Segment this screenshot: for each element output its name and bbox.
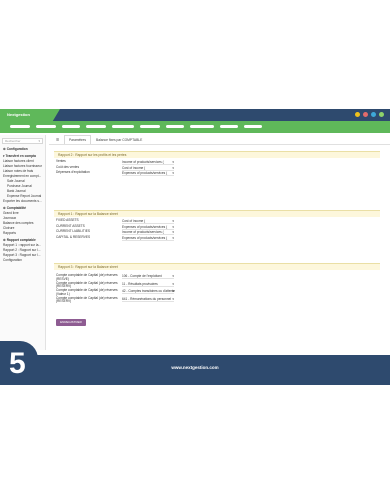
chevron-down-icon[interactable]: ▾	[38, 139, 40, 143]
form-label: Compte comptable de Capital (de) réserve…	[56, 295, 118, 304]
chevron-down-icon[interactable]: ▾	[172, 230, 174, 234]
chevron-down-icon[interactable]: ▾	[172, 282, 174, 286]
select-value: Expenses of products/services (	[122, 171, 168, 175]
step-number: 5	[9, 347, 26, 380]
chevron-down-icon[interactable]: ▾	[172, 166, 174, 170]
main-menubar	[0, 121, 390, 133]
select-value: Expenses of products/services (	[122, 235, 168, 240]
sidebar-search-input[interactable]: Rechercher ▾	[2, 138, 43, 144]
account-select[interactable]: Cost of income ( ▾	[122, 166, 174, 171]
account-select[interactable]: Expenses of products/services ( ▾	[122, 236, 174, 241]
form-label: Coût des ventes	[56, 164, 80, 169]
status-dot-green[interactable]	[379, 112, 384, 117]
menu-item-8[interactable]	[190, 125, 214, 128]
sidebar-menu: ⚙ Configuration ▾ Transfert en compta Liai…	[0, 147, 45, 263]
account-select[interactable]: Cost of income ( ▾	[122, 219, 174, 224]
tab-2[interactable]: Balance fixes par COMPTABLE	[91, 135, 147, 144]
chevron-down-icon[interactable]: ▾	[172, 289, 174, 293]
sidebar-item[interactable]: Exporter les documents s...	[0, 199, 45, 204]
status-dot-blue[interactable]	[371, 112, 376, 117]
menu-item-4[interactable]	[86, 125, 106, 128]
menu-item-6[interactable]	[140, 125, 160, 128]
form-label: CURRENT ASSETS	[56, 223, 85, 228]
account-select[interactable]: Income of products/services ( ▾	[122, 230, 174, 235]
window-dots	[355, 112, 384, 117]
select-value: 11 - Résultats provisoires	[122, 281, 158, 286]
select-value: 641 - Rémunérations du personnel	[122, 296, 172, 301]
chevron-down-icon[interactable]: ▾	[172, 171, 174, 175]
section-header: Rapport 2 : Rapport sur les profits et l…	[54, 151, 380, 158]
menu-item-1[interactable]	[10, 125, 30, 128]
account-select[interactable]: 11 - Résultats provisoires ▾	[122, 282, 174, 287]
section-header: Rapport 1 : Rapport sur la Balance sheet	[54, 210, 380, 217]
status-dot-red[interactable]	[363, 112, 368, 117]
form-label: Dépenses d'exploitation	[56, 170, 90, 174]
select-value: Income of products/services (	[122, 160, 164, 164]
form-label: CURRENT LIABILITIES	[56, 229, 90, 233]
select-value: Cost of income (	[122, 165, 146, 170]
form-label: FIXED ASSETS	[56, 218, 79, 222]
select-value: Income of products/services (	[122, 230, 164, 234]
menu-item-2[interactable]	[36, 125, 56, 128]
app-window: Nextgestion Rechercher ▾ ⚙ Configuration…	[0, 109, 390, 385]
top-header: Nextgestion	[0, 109, 390, 121]
sidebar-item[interactable]: Configuration	[0, 258, 45, 263]
search-placeholder: Rechercher	[5, 139, 21, 143]
sidebar: Rechercher ▾ ⚙ Configuration ▾ Transfert …	[0, 135, 46, 350]
footer-url[interactable]: www.nextgestion.com	[0, 365, 390, 370]
account-select[interactable]: Expenses of products/services ( ▾	[122, 225, 174, 230]
menu-item-5[interactable]	[112, 125, 134, 128]
chevron-down-icon[interactable]: ▾	[172, 219, 174, 223]
menu-item-9[interactable]	[220, 125, 238, 128]
menu-icon[interactable]: ☰	[51, 135, 64, 144]
form-label: CAPITAL & RESERVES	[56, 234, 91, 239]
chevron-down-icon[interactable]: ▾	[172, 225, 174, 229]
step-badge: 5	[0, 341, 38, 385]
save-button[interactable]: ENREGISTRER	[56, 319, 86, 326]
menu-item-7[interactable]	[166, 125, 184, 128]
sidebar-section-header[interactable]: ⚙ Configuration	[0, 147, 45, 152]
chevron-down-icon[interactable]: ▾	[172, 274, 174, 278]
account-select[interactable]: Income of products/services ( ▾	[122, 160, 174, 165]
select-value: 42 - Comptes transitoires ou d'attente	[122, 289, 176, 293]
menu-item-10[interactable]	[244, 125, 262, 128]
chevron-down-icon[interactable]: ▾	[172, 236, 174, 240]
sidebar-item[interactable]: Rapports	[0, 231, 45, 236]
select-value: 106 - Compte de l'exploitant	[122, 274, 162, 278]
tab-1[interactable]: Paramètres	[63, 135, 92, 144]
section-header: Rapport 3 : Rapport sur la Balance sheet	[54, 263, 380, 270]
form-label: Ventes	[56, 159, 66, 163]
chevron-down-icon[interactable]: ▾	[172, 297, 174, 301]
account-select[interactable]: 42 - Comptes transitoires ou d'attente ▾	[122, 289, 176, 294]
select-value: Expenses of products/services (	[122, 224, 168, 229]
main-content: ☰ Paramètres Balance fixes par COMPTABLE R…	[49, 135, 390, 350]
account-select[interactable]: 641 - Rémunérations du personnel ▾	[122, 297, 174, 302]
chevron-down-icon[interactable]: ▾	[172, 160, 174, 164]
account-select[interactable]: Expenses of products/services ( ▾	[122, 171, 174, 176]
status-dot-yellow[interactable]	[355, 112, 360, 117]
select-value: Cost of income (	[122, 219, 146, 223]
brand-logo[interactable]: Nextgestion	[0, 109, 60, 121]
account-select[interactable]: 106 - Compte de l'exploitant ▾	[122, 274, 174, 279]
footer-banner: www.nextgestion.com	[0, 355, 390, 385]
menu-item-3[interactable]	[62, 125, 80, 128]
tab-bar: ☰ Paramètres Balance fixes par COMPTABLE	[49, 135, 390, 145]
